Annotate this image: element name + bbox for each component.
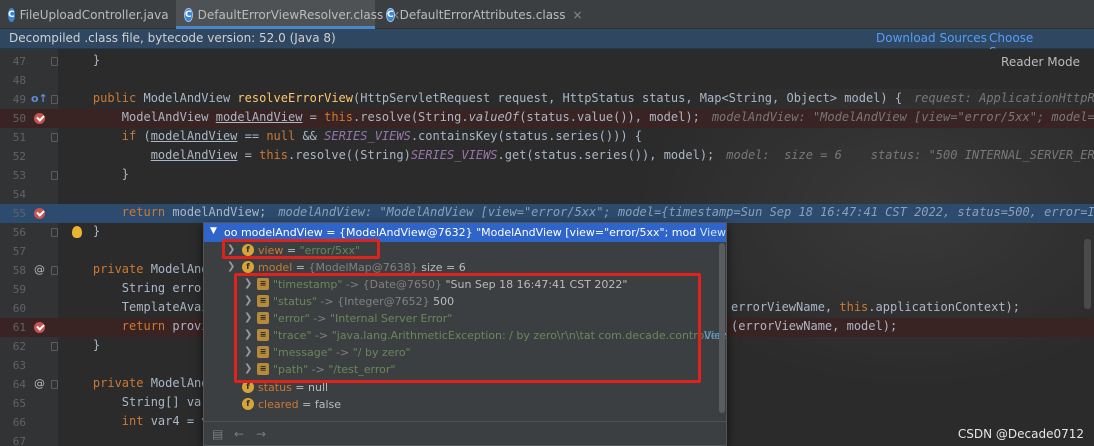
- editor-scrollbar[interactable]: [1084, 239, 1091, 309]
- annotation-icon: @: [34, 377, 45, 390]
- compiled-class-icon: C: [386, 7, 395, 22]
- code-text: String error: [64, 281, 209, 295]
- tree-row-text: cleared = false: [258, 398, 342, 411]
- line-number: 66: [12, 416, 26, 429]
- fold-icon[interactable]: [51, 228, 58, 237]
- code-text: return modelAndView; modelAndView: "Model…: [121, 205, 1094, 219]
- code-text-tail: (errorViewName, model);: [731, 319, 898, 333]
- field-icon: f: [242, 398, 254, 410]
- fold-icon[interactable]: [51, 95, 58, 104]
- code-line-breakpoint: 50 ModelAndView modelAndView = this.reso…: [0, 109, 1094, 128]
- reader-mode-button[interactable]: Reader Mode: [1001, 55, 1080, 69]
- breakpoint-icon[interactable]: [34, 208, 45, 219]
- code-text: TemplateAvai: [64, 300, 209, 314]
- tab-label: FileUploadController.java: [19, 7, 169, 22]
- code-line: 49 o↑ public ModelAndView resolveErrorVi…: [0, 90, 1094, 109]
- forward-arrow-icon[interactable]: →: [256, 427, 266, 441]
- code-line: 48: [0, 71, 1094, 90]
- popup-toolbar: ▤ ← →: [204, 421, 726, 445]
- code-text-tail: errorViewName, this.applicationContext);: [731, 300, 1020, 314]
- annotation-icon: @: [34, 263, 45, 276]
- banner-text: Decompiled .class file, bytecode version…: [9, 31, 336, 45]
- fold-icon[interactable]: [51, 171, 58, 180]
- code-text: }: [64, 167, 130, 181]
- decompiled-banner: Decompiled .class file, bytecode version…: [0, 29, 1094, 59]
- fold-icon[interactable]: [51, 133, 58, 142]
- watermark: CSDN @Decade0712: [957, 427, 1084, 441]
- code-text: }: [64, 224, 101, 238]
- code-text: ModelAndView modelAndView = this.resolve…: [64, 110, 1094, 124]
- code-text: String[] var: [64, 395, 209, 409]
- line-number: 61: [12, 321, 26, 334]
- code-line: 51 if (modelAndView == null && SERIES_VI…: [0, 128, 1094, 147]
- line-number: 64: [12, 378, 26, 391]
- line-number: 50: [12, 112, 26, 125]
- fold-icon[interactable]: [51, 380, 58, 389]
- field-icon: f: [242, 261, 254, 273]
- line-number: 60: [12, 302, 26, 315]
- code-text: modelAndView = this.resolve((String)SERI…: [150, 148, 1094, 162]
- chevron-down-icon[interactable]: ▼: [210, 226, 217, 236]
- fold-icon[interactable]: [51, 266, 58, 275]
- code-line: 54: [0, 185, 1094, 204]
- override-marker-icon[interactable]: o↑: [31, 92, 48, 105]
- line-number: 57: [12, 245, 26, 258]
- line-number: 51: [12, 131, 26, 144]
- tab-label: DefaultErrorAttributes.class: [399, 7, 566, 22]
- java-class-icon: C: [8, 7, 15, 22]
- line-number: 58: [12, 264, 26, 277]
- popup-scrollbar[interactable]: [719, 243, 725, 413]
- code-text: private ModelAnd: [92, 262, 209, 276]
- breakpoint-icon[interactable]: [34, 113, 45, 124]
- chevron-down-icon[interactable]: ❯: [227, 261, 235, 272]
- tab-label: DefaultErrorViewResolver.class: [197, 7, 384, 22]
- fold-icon[interactable]: [51, 57, 58, 66]
- popup-header-text: oo modelAndView = {ModelAndView@7632} "M…: [224, 226, 727, 239]
- line-number: 62: [12, 340, 26, 353]
- code-text: return provi: [121, 319, 209, 333]
- highlight-box-view: [222, 239, 380, 259]
- evaluate-icon[interactable]: ▤: [212, 427, 223, 441]
- code-text: private ModelAnd: [92, 376, 209, 390]
- line-number: 54: [12, 188, 26, 201]
- line-number: 48: [12, 74, 26, 87]
- breakpoint-icon[interactable]: [34, 322, 45, 333]
- fold-icon[interactable]: [51, 342, 58, 351]
- tree-row-cleared[interactable]: f cleared = false: [204, 396, 720, 413]
- highlight-box-model-entries: [234, 273, 701, 383]
- tab-defaulterrorviewresolver[interactable]: C DefaultErrorViewResolver.class ×: [176, 0, 400, 29]
- line-number: 47: [12, 55, 26, 68]
- tab-defaulterrorattributes[interactable]: C DefaultErrorAttributes.class ×: [378, 0, 583, 29]
- code-text: }: [64, 53, 101, 67]
- line-number: 52: [12, 150, 26, 163]
- compiled-class-icon: C: [184, 7, 193, 22]
- code-text: }: [64, 338, 101, 352]
- line-number: 63: [12, 359, 26, 372]
- code-text: public ModelAndView resolveErrorView(Htt…: [64, 91, 1094, 105]
- line-number: 56: [12, 226, 26, 239]
- code-text: if (modelAndView == null && SERIES_VIEWS…: [121, 129, 643, 143]
- back-arrow-icon[interactable]: ←: [234, 427, 244, 441]
- code-text: int var4 = v: [121, 414, 209, 428]
- code-line: 47 }: [0, 52, 1094, 71]
- editor-tab-bar: C FileUploadController.java × C DefaultE…: [0, 0, 1094, 29]
- tab-fileuploadcontroller[interactable]: C FileUploadController.java ×: [0, 0, 186, 29]
- view-link[interactable]: View: [696, 226, 726, 239]
- line-number: 59: [12, 283, 26, 296]
- line-number: 53: [12, 169, 26, 182]
- download-sources-link[interactable]: Download Sources: [876, 31, 987, 45]
- line-number: 55: [12, 207, 26, 220]
- line-number: 67: [12, 435, 26, 446]
- code-line: 52 modelAndView = this.resolve((String)S…: [0, 147, 1094, 166]
- code-line-execution-point: 55 return modelAndView; modelAndView: "Mo…: [0, 204, 1094, 223]
- line-number: 49: [12, 93, 26, 106]
- code-line: 53 }: [0, 166, 1094, 185]
- close-icon[interactable]: ×: [573, 8, 583, 22]
- line-number: 65: [12, 397, 26, 410]
